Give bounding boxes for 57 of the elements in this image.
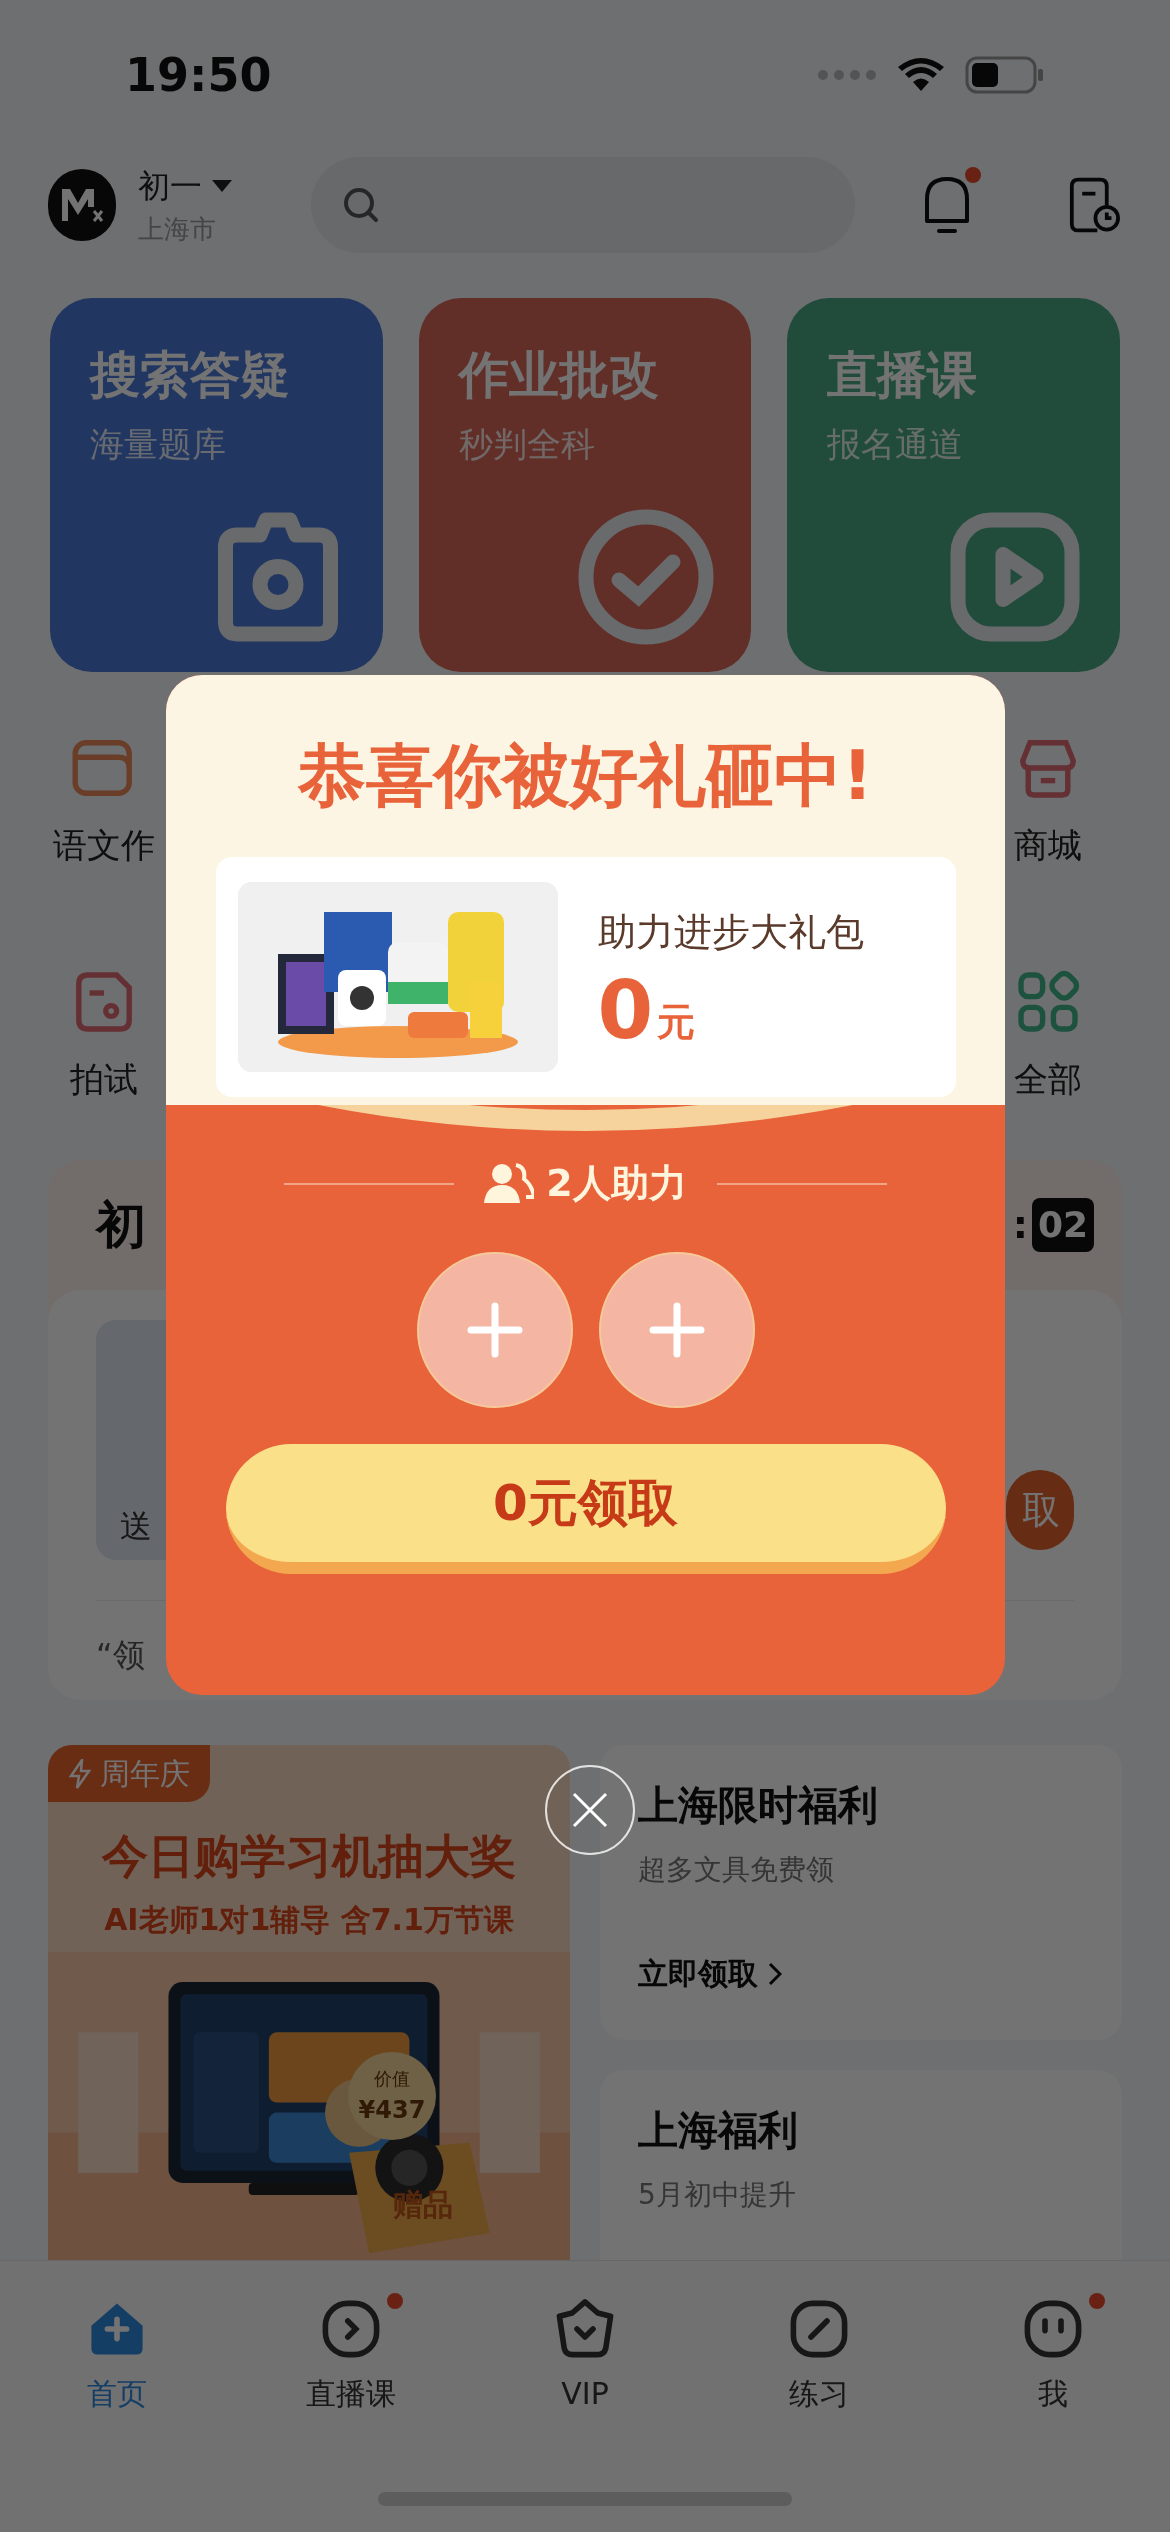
close-button[interactable] — [545, 1765, 635, 1855]
welfare-subtitle: 5月初中提升 — [638, 2177, 797, 2213]
claim-free-button[interactable]: 0元领取 — [225, 1444, 946, 1574]
grade-selector[interactable]: 初一 — [137, 161, 202, 210]
value-label: 价值 — [374, 2066, 410, 2091]
helpers-label: 2人助力 — [546, 1160, 687, 1207]
dialog-title: 恭喜你被好礼砸中! — [298, 735, 873, 817]
shortcut-label[interactable]: 语文作 — [53, 820, 155, 871]
gift-name: 助力进步大礼包 — [597, 908, 864, 956]
wifi-icon — [897, 57, 945, 93]
tile-subtitle: 秒判全科 — [458, 423, 596, 466]
shortcut-label[interactable]: 全部 — [1014, 1054, 1082, 1105]
status-time: 19:50 — [125, 46, 272, 104]
battery-icon — [965, 56, 1045, 94]
tab-item[interactable]: 首页 — [27, 2297, 207, 2437]
document-clock-icon[interactable] — [1069, 175, 1122, 235]
value-amount: ¥437 — [358, 2094, 426, 2126]
countdown-digits: 02 — [1031, 1198, 1094, 1252]
price-unit: 元 — [657, 998, 696, 1046]
chevron-right-icon — [768, 1961, 782, 1986]
caret-icon — [211, 179, 232, 192]
shortcut-label[interactable]: 商城 — [1014, 820, 1082, 871]
tab-item[interactable]: 我 — [963, 2297, 1143, 2437]
close-icon — [570, 1790, 610, 1830]
tile-title: 作业批改 — [458, 345, 660, 406]
gift-price: 0 — [597, 970, 654, 1051]
welfare-title: 上海限时福利 — [638, 1781, 879, 1830]
tile-title: 搜索答疑 — [90, 345, 291, 406]
lightning-icon — [68, 1758, 92, 1789]
tile-subtitle: 报名通道 — [827, 423, 965, 466]
signal-icon — [817, 68, 877, 82]
claim-button[interactable]: 取 — [1006, 1470, 1074, 1550]
anniversary-tag: 周年庆 — [48, 1745, 210, 1802]
tab-item[interactable]: VIP — [495, 2297, 675, 2437]
timer-separator: : — [1012, 1201, 1028, 1249]
welfare-card[interactable]: 上海福利 5月初中提升 — [600, 2070, 1122, 2260]
feature-tile[interactable]: 直播课 报名通道 — [787, 298, 1120, 672]
welfare-title: 上海福利 — [638, 2106, 799, 2155]
tile-subtitle: 海量题库 — [90, 423, 227, 466]
feature-tile[interactable]: 作业批改 秒判全科 — [418, 298, 752, 672]
welfare-card[interactable]: 上海限时福利 超多文具免费领 立即领取 — [600, 1745, 1122, 2040]
people-icon — [484, 1162, 535, 1205]
section-note: “领 — [96, 1636, 145, 1674]
tab-item[interactable]: 练习 — [729, 2297, 909, 2437]
banner-headline: 今日购学习机抽大奖 — [101, 1828, 517, 1885]
plus-icon — [466, 1302, 523, 1358]
logo-icon — [59, 187, 104, 223]
claim-link[interactable]: 立即领取 — [638, 1951, 1084, 1996]
plus-icon — [648, 1302, 705, 1358]
banner-subline: AI老师1对1辅导 含7.1万节课 — [103, 1901, 515, 1939]
tab-item[interactable]: 直播课 — [261, 2297, 441, 2437]
welfare-subtitle: 超多文具免费领 — [638, 1852, 835, 1888]
shortcut-label[interactable]: 拍试 — [70, 1054, 138, 1105]
section-title: 初 — [96, 1194, 146, 1256]
thumbnail-caption: 送 — [120, 1506, 152, 1547]
tile-title: 直播课 — [827, 345, 979, 406]
feature-tile[interactable]: 搜索答疑 海量题库 — [50, 298, 383, 672]
